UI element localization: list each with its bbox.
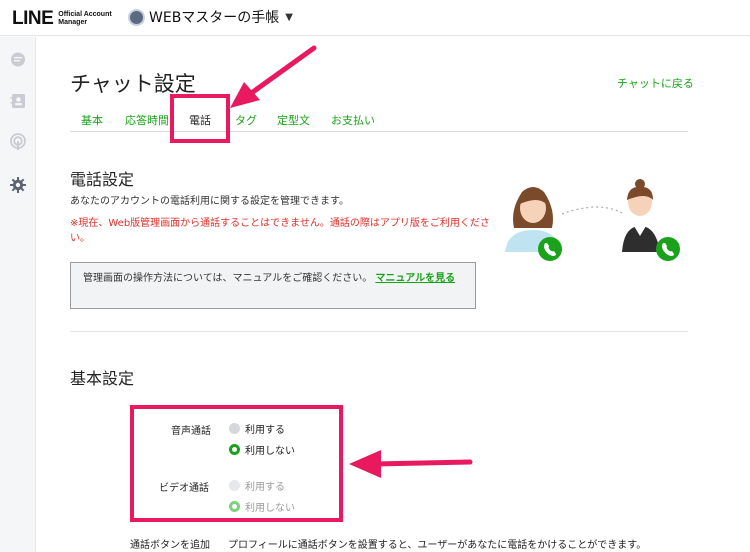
call-button-label: 通話ボタンを追加 (130, 540, 210, 551)
basic-settings-title: 基本設定 (70, 369, 135, 388)
gear-icon[interactable] (9, 176, 27, 194)
phone-tab-highlight (170, 94, 230, 143)
back-to-chat-link[interactable]: チャットに戻る (617, 75, 694, 91)
contacts-icon[interactable] (9, 92, 27, 110)
logo-text: LINE (12, 8, 54, 29)
phone-settings-description: あなたのアカウントの電話利用に関する設定を管理できます。 (70, 196, 349, 207)
caret-down-icon: ▼ (285, 11, 293, 23)
call-button-description: プロフィールに通話ボタンを設置すると、ユーザーがあなたに電話をかけることができま… (228, 540, 647, 551)
sidebar (0, 37, 36, 552)
settings-tabs: 基本 応答時間 電話 タグ 定型文 お支払い (70, 106, 688, 132)
operator-avatar-icon (622, 179, 680, 261)
section-divider (70, 331, 688, 332)
line-logo[interactable]: LINE Official Account Manager (12, 8, 112, 30)
pointer-arrow-icon (349, 450, 473, 478)
account-avatar (128, 8, 145, 26)
broadcast-icon[interactable] (9, 133, 27, 151)
manual-link[interactable]: マニュアルを見る (375, 273, 455, 284)
top-bar: LINE Official Account Manager WEBマスターの手帳… (0, 0, 750, 36)
phone-settings-title: 電話設定 (70, 170, 135, 189)
chat-bubble-icon[interactable] (9, 51, 27, 69)
call-options-highlight (130, 405, 343, 522)
account-switcher[interactable]: WEBマスターの手帳 ▼ (128, 7, 293, 27)
tab-payment[interactable]: お支払い (331, 112, 375, 128)
logo-subtext: Official Account Manager (58, 11, 112, 26)
tab-response-time[interactable]: 応答時間 (125, 112, 169, 128)
web-call-warning: ※現在、Web版管理画面から通話することはできません。通話の際はアプリ版をご利用… (70, 218, 490, 244)
call-illustration (505, 179, 680, 261)
customer-avatar-icon (505, 187, 562, 261)
tab-basic[interactable]: 基本 (81, 112, 103, 128)
notice-text: 管理画面の操作方法については、マニュアルをご確認ください。 (83, 273, 373, 284)
pointer-arrow-icon (230, 45, 317, 108)
account-name: WEBマスターの手帳 (149, 10, 280, 26)
manual-notice: 管理画面の操作方法については、マニュアルをご確認ください。 マニュアルを見る (70, 262, 476, 309)
